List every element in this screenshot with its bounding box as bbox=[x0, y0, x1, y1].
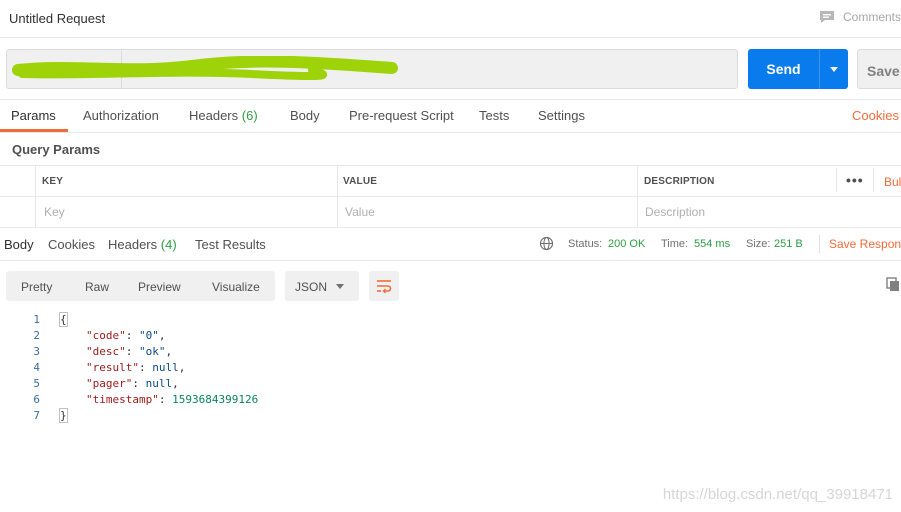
send-options-dropdown[interactable] bbox=[819, 49, 848, 89]
size-value: 251 B bbox=[774, 238, 803, 250]
response-tab-headers[interactable]: Headers (4) bbox=[108, 237, 177, 252]
wrap-lines-button[interactable] bbox=[369, 271, 399, 301]
tab-body[interactable]: Body bbox=[290, 108, 320, 123]
column-divider bbox=[836, 168, 837, 192]
code-line: { bbox=[59, 312, 68, 327]
size-label: Size: bbox=[746, 238, 771, 250]
more-options-button[interactable]: ••• bbox=[846, 172, 864, 188]
status-value: 200 OK bbox=[608, 238, 646, 250]
view-tab-pretty[interactable]: Pretty bbox=[21, 280, 52, 294]
column-header-description: DESCRIPTION bbox=[644, 176, 715, 187]
code-line: "desc": "ok", bbox=[86, 345, 173, 358]
column-divider bbox=[35, 165, 36, 227]
view-tab-visualize[interactable]: Visualize bbox=[212, 280, 260, 294]
tab-prerequest-script[interactable]: Pre-request Script bbox=[349, 108, 454, 123]
response-tab-test-results[interactable]: Test Results bbox=[195, 237, 266, 252]
response-tab-body[interactable]: Body bbox=[4, 237, 34, 252]
json-key: "code" bbox=[86, 329, 126, 342]
value-input[interactable]: Value bbox=[345, 205, 375, 219]
json-key: "timestamp" bbox=[86, 393, 159, 406]
time-value: 554 ms bbox=[694, 238, 731, 250]
tab-settings[interactable]: Settings bbox=[538, 108, 585, 123]
title-bar bbox=[0, 0, 901, 38]
code-line: "code": "0", bbox=[86, 329, 166, 342]
tab-authorization[interactable]: Authorization bbox=[83, 108, 159, 123]
wrap-lines-icon bbox=[377, 280, 392, 294]
json-brace: { bbox=[59, 312, 68, 327]
request-title[interactable]: Untitled Request bbox=[9, 11, 105, 26]
copy-icon[interactable] bbox=[886, 277, 901, 292]
table-border bbox=[0, 196, 901, 197]
tab-headers[interactable]: Headers (6) bbox=[189, 108, 258, 123]
tab-params[interactable]: Params bbox=[11, 108, 56, 123]
column-divider bbox=[873, 168, 874, 192]
json-value: 1593684399126 bbox=[172, 393, 259, 406]
json-separator: , bbox=[178, 361, 186, 374]
save-button[interactable]: Save bbox=[857, 49, 901, 89]
response-tab-headers-label: Headers bbox=[108, 237, 158, 252]
cookies-link[interactable]: Cookies bbox=[852, 108, 899, 123]
table-border bbox=[0, 165, 901, 166]
json-value: null bbox=[145, 377, 173, 390]
view-tab-preview[interactable]: Preview bbox=[138, 280, 181, 294]
json-separator: , bbox=[165, 345, 173, 358]
line-number: 3 bbox=[33, 345, 40, 358]
line-number: 2 bbox=[33, 329, 40, 342]
line-number: 4 bbox=[33, 361, 40, 374]
column-header-key: KEY bbox=[42, 176, 64, 187]
json-key: "pager" bbox=[86, 377, 133, 390]
json-key: "result" bbox=[86, 361, 139, 374]
code-line: "timestamp": 1593684399126 bbox=[86, 393, 259, 406]
description-input[interactable]: Description bbox=[645, 205, 705, 219]
redaction-scribble bbox=[12, 56, 398, 81]
json-separator: , bbox=[172, 377, 179, 390]
send-button[interactable]: Send bbox=[748, 49, 819, 89]
watermark: https://blog.csdn.net/qq_39918471 bbox=[662, 486, 893, 503]
query-params-title: Query Params bbox=[12, 142, 101, 157]
column-header-value: VALUE bbox=[343, 176, 378, 187]
globe-icon[interactable] bbox=[539, 236, 554, 251]
json-separator: , bbox=[158, 329, 166, 342]
view-tab-raw[interactable]: Raw bbox=[85, 280, 109, 294]
tab-tests[interactable]: Tests bbox=[479, 108, 509, 123]
line-number: 1 bbox=[33, 313, 40, 326]
key-input[interactable]: Key bbox=[44, 205, 65, 219]
active-tab-indicator bbox=[0, 129, 68, 132]
response-tab-headers-count: (4) bbox=[160, 237, 177, 252]
json-value: "0" bbox=[139, 329, 159, 342]
tab-headers-count: (6) bbox=[241, 108, 258, 123]
status-label: Status: bbox=[568, 238, 603, 250]
comment-icon bbox=[819, 11, 834, 23]
chevron-down-icon bbox=[830, 66, 838, 72]
json-key: "desc" bbox=[86, 345, 126, 358]
chevron-down-icon bbox=[336, 284, 344, 289]
format-select-value: JSON bbox=[295, 280, 328, 294]
column-divider bbox=[337, 165, 338, 227]
line-number: 7 bbox=[33, 409, 40, 422]
bulk-edit-link[interactable]: Bulk Edit bbox=[884, 175, 901, 189]
line-number: 6 bbox=[33, 393, 40, 406]
code-line: "result": null, bbox=[86, 361, 186, 374]
response-tab-cookies[interactable]: Cookies bbox=[48, 237, 95, 252]
tab-headers-label: Headers bbox=[189, 108, 239, 123]
code-line: "pager": null, bbox=[86, 377, 179, 390]
line-number: 5 bbox=[33, 377, 40, 390]
time-label: Time: bbox=[661, 238, 689, 250]
save-response-button[interactable]: Save Response bbox=[829, 237, 901, 251]
json-brace: } bbox=[59, 408, 68, 423]
comments-label: Comments bbox=[842, 10, 901, 24]
column-divider bbox=[637, 165, 638, 227]
json-value: "ok" bbox=[139, 345, 166, 358]
comments-button[interactable]: Comments bbox=[819, 10, 901, 24]
json-value: null bbox=[152, 361, 179, 374]
code-line: } bbox=[59, 408, 68, 423]
divider bbox=[819, 235, 820, 253]
